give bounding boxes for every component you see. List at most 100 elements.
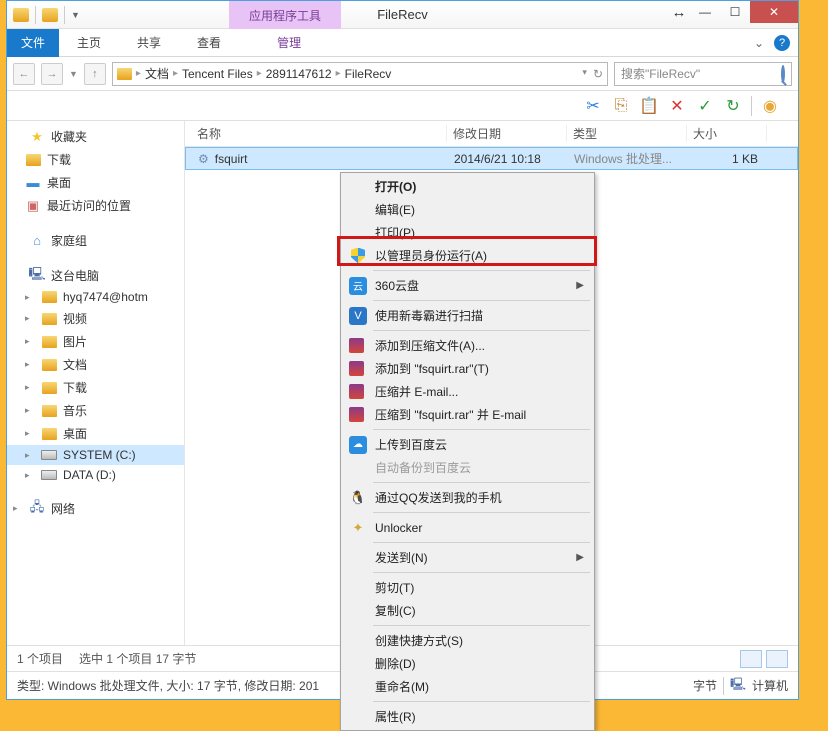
cm-shortcut[interactable]: 创建快捷方式(S) xyxy=(343,629,592,652)
crumb[interactable]: FileRecv xyxy=(345,67,392,81)
tree-item[interactable]: ▸hyq7474@hotm xyxy=(7,287,184,307)
expand-ribbon-icon[interactable]: ⌄ xyxy=(754,36,764,50)
tree-favorites[interactable]: ★收藏夹 xyxy=(7,125,184,148)
tree-homegroup[interactable]: ⌂家庭组 xyxy=(7,229,184,252)
tree-item[interactable]: ▣最近访问的位置 xyxy=(7,194,184,217)
shell-icon[interactable]: ◉ xyxy=(760,96,780,116)
column-headers[interactable]: 名称 修改日期 类型 大小 xyxy=(185,121,798,147)
antivirus-icon: V xyxy=(349,307,367,325)
cm-unlocker[interactable]: ✦Unlocker xyxy=(343,516,592,539)
selection-info: 选中 1 个项目 17 字节 xyxy=(79,650,196,667)
history-dropdown-icon[interactable]: ▼ xyxy=(69,69,78,79)
cm-upload-baidu[interactable]: ☁上传到百度云 xyxy=(343,433,592,456)
search-icon[interactable] xyxy=(781,65,785,83)
wand-icon: ✦ xyxy=(349,519,367,537)
baidu-icon: ☁ xyxy=(349,436,367,454)
tree-item[interactable]: ▬桌面 xyxy=(7,171,184,194)
tree-item[interactable]: 下载 xyxy=(7,148,184,171)
qq-icon: 🐧 xyxy=(349,489,367,507)
titlebar: ▼ 应用程序工具 FileRecv ↔ — ☐ ✕ xyxy=(7,1,798,29)
col-size: 大小 xyxy=(687,125,767,142)
tree-item[interactable]: ▸桌面 xyxy=(7,422,184,445)
tree-item[interactable]: ▸视频 xyxy=(7,307,184,330)
search-input[interactable]: 搜索"FileRecv" xyxy=(614,62,792,86)
computer-icon: 🖳 xyxy=(730,675,746,696)
forward-button[interactable]: → xyxy=(41,63,63,85)
up-button[interactable]: ↑ xyxy=(84,63,106,85)
crumb[interactable]: Tencent Files xyxy=(182,67,253,81)
tree-item[interactable]: ▸下载 xyxy=(7,376,184,399)
folder-icon xyxy=(117,68,132,80)
ribbon-tabs: 文件 主页 共享 查看 管理 ⌄ ? xyxy=(7,29,798,57)
tab-share[interactable]: 共享 xyxy=(119,29,179,57)
resize-grip-icon[interactable]: ↔ xyxy=(668,1,690,23)
tree-this-pc[interactable]: 🖳这台电脑 xyxy=(7,264,184,287)
cm-delete[interactable]: 删除(D) xyxy=(343,652,592,675)
rar-icon xyxy=(349,407,364,422)
undo-icon[interactable]: ✓ xyxy=(695,96,715,116)
tree-item[interactable]: ▸文档 xyxy=(7,353,184,376)
cm-scan[interactable]: V使用新毒霸进行扫描 xyxy=(343,304,592,327)
tree-item[interactable]: ▸图片 xyxy=(7,330,184,353)
breadcrumb[interactable]: ▸ 文档▸ Tencent Files▸ 2891147612▸ FileRec… xyxy=(112,62,608,86)
help-icon[interactable]: ? xyxy=(774,35,790,51)
cm-add-archive[interactable]: 添加到压缩文件(A)... xyxy=(343,334,592,357)
cm-properties[interactable]: 属性(R) xyxy=(343,705,592,728)
arrow-right-icon: ▶ xyxy=(576,280,584,291)
delete-icon[interactable]: ✕ xyxy=(667,96,687,116)
details-view-icon[interactable] xyxy=(740,650,762,668)
cm-360cloud[interactable]: 云360云盘▶ xyxy=(343,274,592,297)
navigation-tree[interactable]: ★收藏夹 下载 ▬桌面 ▣最近访问的位置 ⌂家庭组 🖳这台电脑 ▸hyq7474… xyxy=(7,121,185,645)
cm-run-as-admin[interactable]: 以管理员身份运行(A) xyxy=(343,244,592,267)
crumb[interactable]: 文档 xyxy=(145,65,169,82)
col-date: 修改日期 xyxy=(447,125,567,142)
cloud-icon: 云 xyxy=(349,277,367,295)
cm-compress-rar-email[interactable]: 压缩到 "fsquirt.rar" 并 E-mail xyxy=(343,403,592,426)
cm-edit[interactable]: 编辑(E) xyxy=(343,198,592,221)
cm-print[interactable]: 打印(P) xyxy=(343,221,592,244)
tab-home[interactable]: 主页 xyxy=(59,29,119,57)
cm-copy[interactable]: 复制(C) xyxy=(343,599,592,622)
tab-manage[interactable]: 管理 xyxy=(259,29,319,57)
close-button[interactable]: ✕ xyxy=(750,1,798,23)
cm-qq-send[interactable]: 🐧通过QQ发送到我的手机 xyxy=(343,486,592,509)
tab-view[interactable]: 查看 xyxy=(179,29,239,57)
action-toolbar: ✂ ⎘ 📋 ✕ ✓ ↻ ◉ xyxy=(7,91,798,121)
contextual-tab[interactable]: 应用程序工具 xyxy=(229,1,341,29)
quick-access-toolbar: ▼ xyxy=(7,6,86,24)
minimize-button[interactable]: — xyxy=(690,1,720,23)
cm-open[interactable]: 打开(O) xyxy=(343,175,592,198)
redo-icon[interactable]: ↻ xyxy=(723,96,743,116)
tree-network[interactable]: ▸🖧网络 xyxy=(7,497,184,520)
file-tab[interactable]: 文件 xyxy=(7,29,59,57)
copy-icon[interactable]: ⎘ xyxy=(611,96,631,116)
icons-view-icon[interactable] xyxy=(766,650,788,668)
rar-icon xyxy=(349,384,364,399)
paste-icon[interactable]: 📋 xyxy=(639,96,659,116)
tree-item[interactable]: ▸音乐 xyxy=(7,399,184,422)
col-type: 类型 xyxy=(567,125,687,142)
col-name: 名称 xyxy=(191,125,447,142)
back-button[interactable]: ← xyxy=(13,63,35,85)
tree-item-system-c[interactable]: ▸SYSTEM (C:) xyxy=(7,445,184,465)
file-row-fsquirt[interactable]: ⚙fsquirt 2014/6/21 10:18 Windows 批处理... … xyxy=(185,147,798,170)
cm-auto-backup: 自动备份到百度云 xyxy=(343,456,592,479)
cm-compress-email[interactable]: 压缩并 E-mail... xyxy=(343,380,592,403)
shield-icon xyxy=(351,248,365,264)
cm-add-rar[interactable]: 添加到 "fsquirt.rar"(T) xyxy=(343,357,592,380)
tree-item-data-d[interactable]: ▸DATA (D:) xyxy=(7,465,184,485)
crumb[interactable]: 2891147612 xyxy=(266,67,332,81)
folder-icon[interactable] xyxy=(42,8,58,22)
cut-icon[interactable]: ✂ xyxy=(583,96,603,116)
cm-rename[interactable]: 重命名(M) xyxy=(343,675,592,698)
refresh-icon[interactable]: ↻ xyxy=(593,67,603,81)
arrow-right-icon: ▶ xyxy=(576,552,584,563)
chevron-down-icon[interactable]: ▾ xyxy=(582,67,587,81)
batch-file-icon: ⚙ xyxy=(198,152,209,166)
cm-cut[interactable]: 剪切(T) xyxy=(343,576,592,599)
maximize-button[interactable]: ☐ xyxy=(720,1,750,23)
cm-send-to[interactable]: 发送到(N)▶ xyxy=(343,546,592,569)
folder-icon xyxy=(13,8,29,22)
chevron-down-icon[interactable]: ▼ xyxy=(71,10,80,20)
navigation-bar: ← → ▼ ↑ ▸ 文档▸ Tencent Files▸ 2891147612▸… xyxy=(7,57,798,91)
